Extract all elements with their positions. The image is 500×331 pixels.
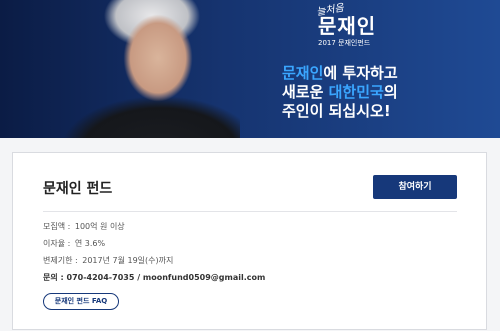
- join-button[interactable]: 참여하기: [373, 175, 457, 199]
- brand-subtitle: 2017 문재인펀드: [318, 39, 371, 47]
- slogan-line-1: 문재인에 투자하고: [282, 64, 398, 83]
- slogan-highlight-country: 대한민국: [328, 83, 384, 101]
- interest-rate-label: 이자율: [43, 239, 66, 248]
- slogan-highlight-name: 문재인: [282, 64, 324, 82]
- faq-button[interactable]: 문재인 펀드 FAQ: [43, 293, 119, 310]
- target-amount-value: 100억 원 이상: [74, 222, 125, 231]
- repayment-deadline-row: 변제기한 : 2017년 7월 19일(수)까지: [43, 256, 174, 265]
- contact-label: 문의: [43, 273, 58, 282]
- slogan-text: 의: [383, 83, 398, 101]
- slogan-text: 새로운: [282, 83, 329, 101]
- interest-rate-value: 연 3.6%: [74, 239, 106, 248]
- contact-email: moonfund0509@gmail.com: [142, 273, 266, 282]
- slogan-text: 에 투자하고: [323, 64, 398, 82]
- contact-separator: /: [137, 273, 141, 282]
- repayment-deadline-label: 변제기한: [43, 256, 73, 265]
- banner-slogan: 문재인에 투자하고 새로운 대한민국의 주인이 되십시오!: [282, 64, 398, 121]
- repayment-deadline-value: 2017년 7월 19일(수)까지: [82, 256, 174, 265]
- divider: [43, 211, 457, 212]
- contact-row: 문의 : 070-4204-7035 / moonfund0509@gmail.…: [43, 273, 266, 282]
- fund-card: 문재인 펀드 참여하기 모집액 : 100억 원 이상 이자율 : 연 3.6%…: [12, 152, 487, 330]
- brand-logo: 문재인: [318, 14, 377, 38]
- contact-phone: 070-4204-7035: [66, 273, 135, 282]
- fund-title: 문재인 펀드: [43, 181, 113, 197]
- slogan-line-3: 주인이 되십시오!: [282, 102, 391, 120]
- candidate-portrait: [40, 0, 240, 138]
- target-amount-label: 모집액: [43, 222, 66, 231]
- slogan-line-2: 새로운 대한민국의: [282, 83, 398, 102]
- hero-banner: 늘처음 문재인 2017 문재인펀드 문재인에 투자하고 새로운 대한민국의 주…: [0, 0, 500, 138]
- interest-rate-row: 이자율 : 연 3.6%: [43, 239, 106, 248]
- target-amount-row: 모집액 : 100억 원 이상: [43, 222, 125, 231]
